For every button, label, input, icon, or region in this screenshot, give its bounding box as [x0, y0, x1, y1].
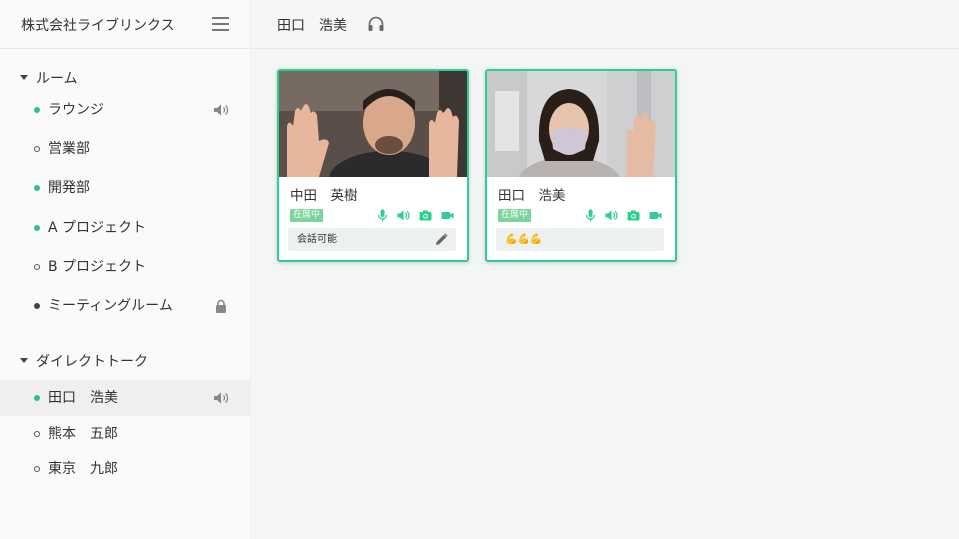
- room-item-project-b[interactable]: B プロジェクト: [0, 249, 250, 285]
- presence-dot-icon: [34, 107, 40, 113]
- presence-dot-icon: [34, 395, 40, 401]
- presence-dot-icon: [34, 466, 40, 472]
- pencil-icon[interactable]: [435, 233, 448, 246]
- member-card-nakata[interactable]: 中田 英樹 在席中 会話可能: [277, 69, 469, 262]
- speaker-icon: [214, 392, 229, 404]
- hamburger-menu-icon[interactable]: [212, 16, 229, 31]
- room-label: 開発部: [48, 180, 90, 196]
- status-message[interactable]: 💪💪💪: [496, 228, 664, 251]
- current-talk-name: 田口 浩美: [277, 18, 347, 34]
- room-item-meeting[interactable]: ミーティングルーム: [0, 288, 250, 324]
- room-item-project-a[interactable]: A プロジェクト: [0, 210, 250, 246]
- room-label: B プロジェクト: [48, 259, 147, 275]
- room-item-lounge[interactable]: ラウンジ: [0, 92, 250, 128]
- presence-dot-icon: [34, 431, 40, 437]
- room-label: 営業部: [48, 141, 90, 157]
- room-item-sales[interactable]: 営業部: [0, 131, 250, 167]
- video-icon[interactable]: [441, 209, 454, 222]
- caret-down-icon: [20, 74, 28, 80]
- direct-label: 田口 浩美: [48, 390, 118, 406]
- sidebar: 株式会社ライブリンクス ルーム ラウンジ 営業部 開発部 A プロジェクト B …: [0, 0, 251, 539]
- direct-item-taguchi[interactable]: 田口 浩美: [0, 380, 250, 416]
- camera-icon[interactable]: [419, 209, 432, 222]
- member-photo: [487, 71, 675, 177]
- direct-section-label: ダイレクトトーク: [36, 354, 148, 370]
- presence-dot-icon: [34, 264, 40, 270]
- company-name: 株式会社ライブリンクス: [21, 18, 175, 34]
- video-icon[interactable]: [649, 209, 662, 222]
- presence-dot-icon: [34, 303, 40, 309]
- member-photo: [279, 71, 467, 177]
- microphone-icon[interactable]: [584, 209, 597, 222]
- direct-item-tokyo[interactable]: 東京 九郎: [0, 451, 250, 487]
- room-label: ミーティングルーム: [48, 298, 173, 314]
- direct-item-kumamoto[interactable]: 熊本 五郎: [0, 416, 250, 452]
- direct-label: 熊本 五郎: [48, 426, 118, 442]
- presence-dot-icon: [34, 225, 40, 231]
- speaker-icon[interactable]: [397, 209, 410, 222]
- top-bar: 田口 浩美: [251, 0, 959, 49]
- presence-dot-icon: [34, 185, 40, 191]
- speaker-icon: [214, 104, 229, 116]
- headset-icon[interactable]: [367, 15, 385, 33]
- status-text: 会話可能: [297, 234, 337, 245]
- member-name: 田口 浩美: [498, 188, 566, 204]
- rooms-section-header[interactable]: ルーム: [20, 69, 78, 89]
- lock-icon: [216, 299, 226, 313]
- speaker-icon[interactable]: [605, 209, 618, 222]
- presence-badge: 在席中: [290, 209, 324, 222]
- microphone-icon[interactable]: [376, 209, 389, 222]
- presence-dot-icon: [34, 146, 40, 152]
- sidebar-header: 株式会社ライブリンクス: [0, 0, 250, 49]
- room-item-dev[interactable]: 開発部: [0, 170, 250, 206]
- room-label: ラウンジ: [48, 102, 104, 118]
- presence-badge: 在席中: [498, 209, 532, 222]
- status-message[interactable]: 会話可能: [288, 228, 456, 251]
- direct-section-header[interactable]: ダイレクトトーク: [20, 352, 148, 372]
- rooms-section-label: ルーム: [36, 71, 78, 87]
- status-text: 💪💪💪: [505, 234, 543, 245]
- camera-icon[interactable]: [627, 209, 640, 222]
- caret-down-icon: [20, 357, 28, 363]
- member-card-taguchi[interactable]: 田口 浩美 在席中 💪💪💪: [485, 69, 677, 262]
- room-label: A プロジェクト: [48, 220, 147, 236]
- member-name: 中田 英樹: [290, 188, 358, 204]
- direct-label: 東京 九郎: [48, 461, 118, 477]
